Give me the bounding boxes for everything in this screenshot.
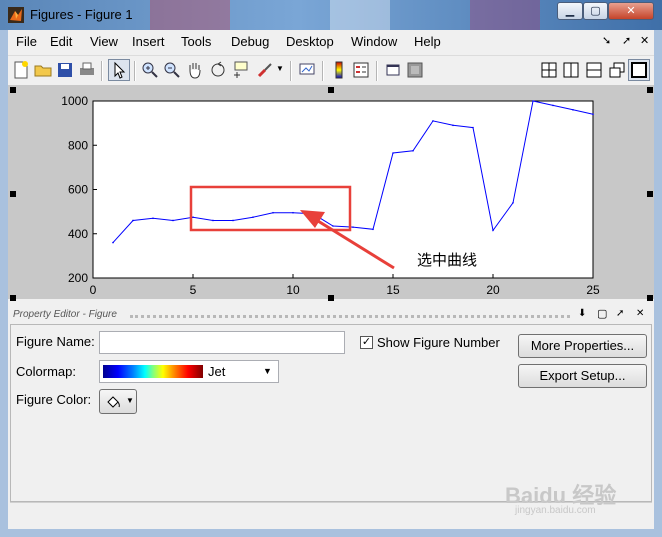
undock-arrow-icon[interactable]: ⬇	[578, 308, 586, 319]
x-tick-label: 10	[286, 283, 300, 297]
x-tick-label: 0	[90, 283, 97, 297]
maximize-icon[interactable]: ▢	[597, 307, 607, 320]
x-tick-label: 15	[386, 283, 400, 297]
data-point	[472, 126, 474, 129]
colormap-dropdown[interactable]: Jet ▼	[99, 360, 279, 383]
y-tick-label: 600	[68, 183, 88, 197]
chevron-down-icon[interactable]: ▼	[259, 363, 276, 380]
data-point	[412, 149, 414, 152]
more-properties-button[interactable]: More Properties...	[518, 334, 647, 358]
data-point	[512, 201, 514, 204]
colormap-label: Colormap:	[16, 364, 76, 379]
colormap-swatch	[103, 365, 203, 378]
y-tick-label: 400	[68, 227, 88, 241]
data-point	[332, 225, 334, 227]
dock-arrow-icon[interactable]: ➚	[616, 308, 624, 319]
x-tick-label: 20	[486, 283, 500, 297]
plot-canvas: 0 5 10 15 20 25 200 400 600 800 1000	[61, 94, 600, 297]
data-point	[492, 229, 494, 232]
data-point	[532, 100, 534, 102]
y-tick-label: 800	[68, 138, 88, 152]
property-editor-title: Property Editor - Figure	[13, 309, 117, 320]
data-point	[292, 211, 294, 214]
x-tick-label: 25	[586, 283, 600, 297]
data-point	[352, 226, 354, 228]
data-point	[112, 241, 114, 244]
data-point	[192, 216, 194, 218]
data-point	[452, 124, 454, 127]
plot-axes[interactable]	[92, 100, 594, 279]
data-point	[152, 217, 154, 220]
data-point	[212, 219, 214, 222]
figure-color-button[interactable]: ▼	[99, 389, 137, 414]
data-point	[552, 104, 554, 107]
paint-bucket-icon	[107, 396, 120, 408]
show-figure-number-checkbox[interactable]: ✓	[360, 336, 373, 349]
data-point	[252, 216, 254, 218]
x-tick-label: 5	[190, 283, 197, 297]
y-tick-label: 200	[68, 271, 88, 285]
colormap-value: Jet	[208, 364, 226, 379]
data-point	[272, 211, 274, 214]
figure-name-label: Figure Name:	[16, 334, 95, 349]
data-point	[132, 219, 134, 222]
show-figure-number-label[interactable]: Show Figure Number	[377, 335, 500, 350]
chevron-down-icon: ▼	[126, 396, 134, 405]
data-point	[392, 152, 394, 154]
data-point	[432, 120, 434, 122]
export-setup-button[interactable]: Export Setup...	[518, 364, 647, 388]
data-point	[572, 109, 574, 111]
close-icon[interactable]: ✕	[636, 308, 644, 319]
watermark-url: jingyan.baidu.com	[515, 505, 596, 516]
figure-name-input[interactable]	[99, 331, 345, 354]
gripper-dots	[130, 315, 570, 318]
data-point	[232, 219, 234, 222]
figure-color-label: Figure Color:	[16, 392, 92, 407]
window-frame-bottom	[0, 529, 662, 537]
annotation-label: 选中曲线	[417, 251, 478, 269]
data-point	[172, 219, 174, 222]
y-tick-label: 1000	[61, 94, 88, 108]
data-point	[372, 228, 374, 231]
data-point	[592, 113, 594, 116]
